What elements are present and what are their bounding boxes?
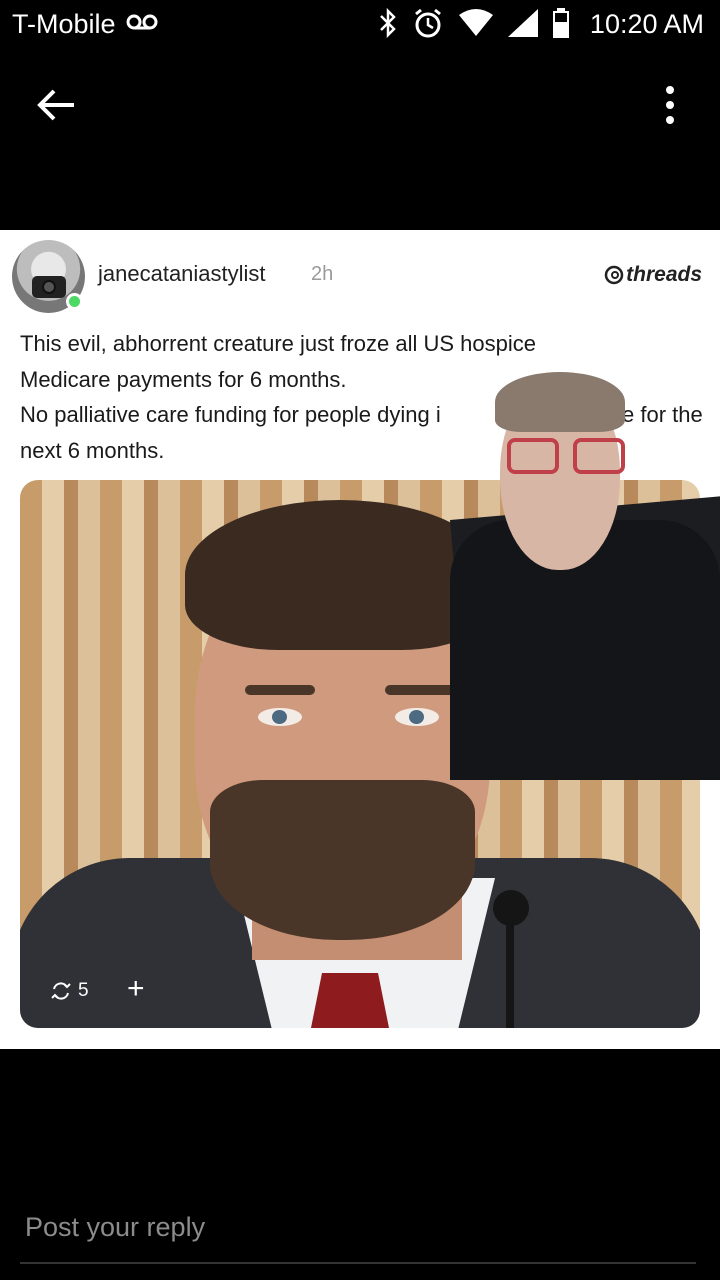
signal-icon	[508, 8, 538, 42]
arrow-left-icon	[37, 89, 74, 121]
reply-underline	[20, 1262, 696, 1264]
post-timestamp: 2h	[311, 263, 334, 285]
online-status-dot	[66, 293, 83, 310]
threads-icon	[604, 265, 624, 285]
threads-wordmark: threads	[626, 263, 702, 286]
post-line-start: No palliative care funding for people dy…	[20, 402, 441, 427]
battery-icon	[552, 7, 570, 43]
webcam-overlay	[450, 370, 720, 780]
alarm-icon	[412, 7, 444, 44]
repost-button[interactable]: 5	[50, 980, 89, 1002]
post-username[interactable]: janecataniastylist	[98, 261, 266, 287]
app-bar	[0, 60, 720, 150]
repost-icon	[51, 982, 71, 1000]
more-options-button[interactable]	[650, 78, 690, 132]
threads-logo: threads	[604, 263, 702, 287]
add-button[interactable]: +	[127, 974, 145, 1004]
status-bar: T-Mobile 10:20 AM	[0, 0, 720, 50]
post-line: This evil, abhorrent creature just froze…	[20, 331, 537, 356]
voicemail-icon	[126, 12, 158, 37]
repost-count: 5	[78, 980, 89, 1001]
back-button[interactable]	[28, 80, 84, 130]
carrier-label: T-Mobile	[12, 9, 116, 39]
more-vertical-icon	[666, 86, 674, 124]
bluetooth-icon	[378, 7, 398, 43]
clock: 10:20 AM	[589, 9, 704, 39]
reply-input[interactable]: Post your reply	[25, 1212, 205, 1243]
wifi-icon	[458, 8, 494, 42]
